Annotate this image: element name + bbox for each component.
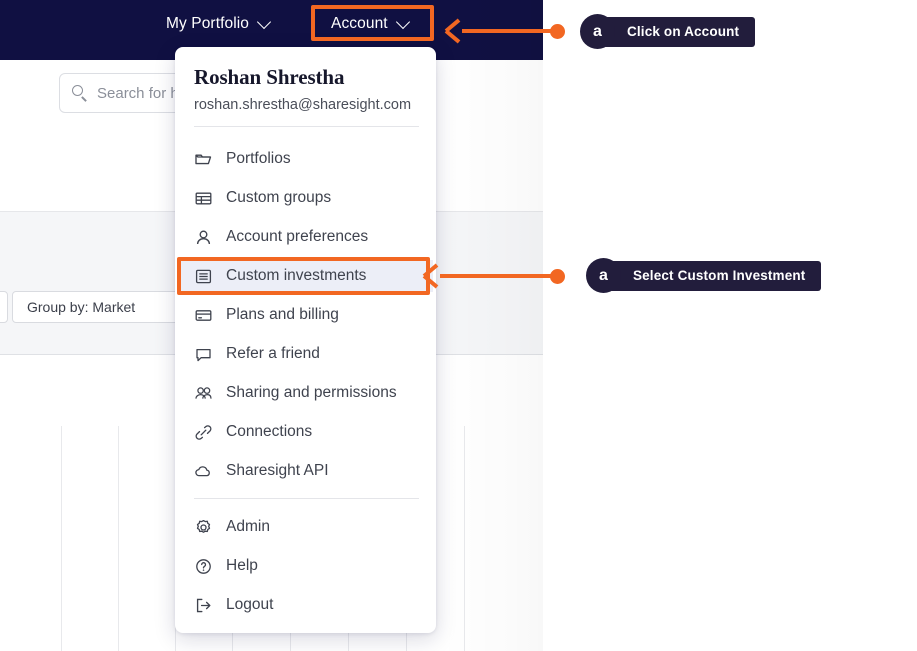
account-dropdown-menu: Roshan Shrestha roshan.shrestha@sharesig… [175, 47, 436, 633]
menu-item-label: Admin [226, 518, 270, 535]
table-column-divider [118, 426, 119, 651]
menu-divider [194, 126, 419, 127]
menu-item-plans-and-billing[interactable]: Plans and billing [178, 299, 433, 331]
annotation-arrow-dot-a [550, 24, 565, 39]
question-icon [194, 557, 213, 576]
chevron-down-icon [258, 16, 271, 29]
toolbar-button-stub[interactable] [0, 291, 8, 323]
table-icon [194, 189, 213, 208]
nav-account[interactable]: Account [331, 12, 410, 36]
menu-item-label: Custom groups [226, 189, 332, 206]
logout-icon [194, 596, 213, 615]
callout-badge: a [586, 258, 621, 293]
menu-item-label: Help [226, 557, 258, 574]
menu-item-label: Portfolios [226, 150, 291, 167]
folder-icon [194, 150, 213, 169]
menu-item-custom-groups[interactable]: Custom groups [178, 182, 433, 214]
group-by-dropdown[interactable]: Group by: Market [12, 291, 182, 323]
search-placeholder: Search for h [97, 84, 179, 102]
callout-label: Click on Account [603, 16, 756, 47]
menu-item-label: Custom investments [226, 267, 367, 284]
chevron-down-icon [397, 16, 410, 29]
callout-click-on-account: a Click on Account [580, 14, 756, 49]
menu-item-portfolios[interactable]: Portfolios [178, 143, 433, 175]
callout-select-custom-investment: a Select Custom Investment [586, 258, 822, 293]
menu-item-label: Logout [226, 596, 274, 613]
menu-item-label: Sharing and permissions [226, 384, 397, 401]
link-icon [194, 423, 213, 442]
annotation-arrow-head-a [446, 22, 462, 38]
menu-item-help[interactable]: Help [178, 550, 433, 582]
menu-item-refer-a-friend[interactable]: Refer a friend [178, 338, 433, 370]
menu-user-email: roshan.shrestha@sharesight.com [194, 97, 412, 113]
nav-account-label: Account [331, 15, 388, 32]
list-box-icon [194, 267, 213, 286]
credit-card-icon [194, 306, 213, 325]
cloud-icon [194, 462, 213, 481]
menu-item-sharing-and-permissions[interactable]: Sharing and permissions [178, 377, 433, 409]
menu-user-name: Roshan Shrestha [194, 65, 345, 89]
chat-icon [194, 345, 213, 364]
annotation-arrow-head-b [424, 267, 440, 283]
annotation-arrow-line-a [462, 29, 558, 33]
menu-item-account-preferences[interactable]: Account preferences [178, 221, 433, 253]
menu-item-label: Plans and billing [226, 306, 339, 323]
menu-divider [194, 498, 419, 499]
menu-item-label: Account preferences [226, 228, 369, 245]
group-by-label: Group by: Market [27, 299, 136, 315]
search-icon [72, 85, 88, 101]
menu-item-admin[interactable]: Admin [178, 511, 433, 543]
people-icon [194, 384, 213, 403]
callout-badge: a [580, 14, 615, 49]
menu-item-label: Sharesight API [226, 462, 329, 479]
menu-item-connections[interactable]: Connections [178, 416, 433, 448]
menu-item-logout[interactable]: Logout [178, 589, 433, 621]
nav-my-portfolio-label: My Portfolio [166, 15, 250, 32]
menu-item-custom-investments[interactable]: Custom investments [178, 260, 433, 292]
table-column-divider [464, 426, 465, 651]
person-icon [194, 228, 213, 247]
callout-label: Select Custom Investment [609, 260, 822, 291]
menu-item-label: Connections [226, 423, 313, 440]
menu-item-label: Refer a friend [226, 345, 320, 362]
annotation-arrow-line-b [440, 274, 558, 278]
gear-icon [194, 518, 213, 537]
menu-item-sharesight-api[interactable]: Sharesight API [178, 455, 433, 487]
table-column-divider [61, 426, 62, 651]
annotation-arrow-dot-b [550, 269, 565, 284]
nav-my-portfolio[interactable]: My Portfolio [166, 12, 271, 36]
